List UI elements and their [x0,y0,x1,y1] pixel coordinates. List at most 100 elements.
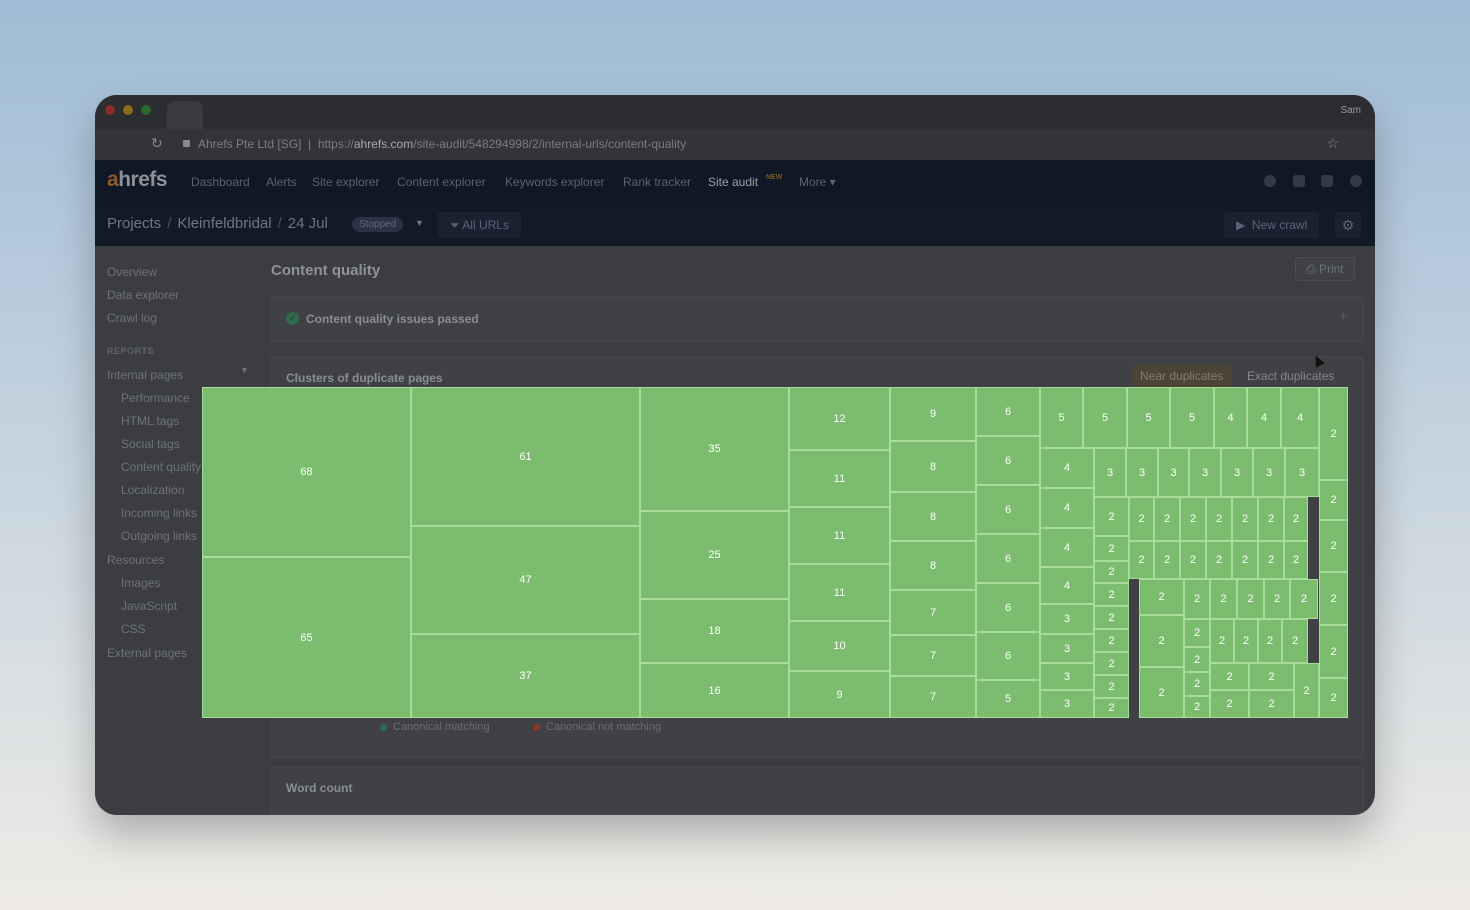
cluster-tile[interactable]: 2 [1180,541,1206,579]
cluster-tile[interactable]: 2 [1094,536,1129,561]
cluster-tile[interactable]: 8 [890,441,976,492]
nav-site-audit[interactable]: Site audit [708,175,758,189]
cluster-tile[interactable]: 6 [976,436,1040,485]
cluster-tile[interactable]: 2 [1234,619,1258,663]
sidebar-item-data-explorer[interactable]: Data explorer [107,288,179,302]
profile-name[interactable]: Sam [1340,105,1361,116]
cluster-tile[interactable]: 4 [1040,567,1094,604]
cluster-tile[interactable]: 68 [202,387,411,557]
cluster-tile[interactable]: 2 [1206,541,1232,579]
cluster-tile[interactable]: 2 [1184,579,1210,619]
cluster-tile[interactable]: 3 [1221,448,1253,497]
cluster-tile[interactable]: 5 [1083,387,1127,448]
cluster-tile[interactable]: 2 [1094,629,1129,652]
breadcrumb-projects[interactable]: Projects [107,215,161,232]
cluster-tile[interactable]: 3 [1040,690,1094,718]
chevron-down-icon[interactable]: ▼ [240,365,249,375]
near-duplicates-toggle[interactable]: Near duplicates [1132,365,1232,387]
cluster-tile[interactable]: 2 [1264,579,1290,619]
cluster-tile[interactable]: 2 [1154,541,1180,579]
sidebar-item-social-tags[interactable]: Social tags [121,437,180,451]
cluster-tile[interactable]: 3 [1040,663,1094,690]
cluster-tile[interactable]: 2 [1319,387,1348,480]
cluster-tile[interactable]: 4 [1040,528,1094,567]
cluster-tile[interactable]: 35 [640,387,789,511]
sidebar-item-css[interactable]: CSS [121,622,146,636]
cluster-tile[interactable]: 3 [1126,448,1158,497]
cluster-tile[interactable]: 2 [1258,497,1284,541]
sidebar-item-performance[interactable]: Performance [121,391,190,405]
sidebar-item-html-tags[interactable]: HTML tags [121,414,179,428]
cluster-tile[interactable]: 2 [1139,579,1184,615]
cluster-tile[interactable]: 2 [1319,572,1348,625]
cluster-tile[interactable]: 2 [1282,619,1308,663]
cluster-tile[interactable]: 6 [976,583,1040,632]
cluster-tile[interactable]: 7 [890,676,976,718]
cluster-tile[interactable]: 2 [1184,619,1210,647]
sidebar-item-overview[interactable]: Overview [107,265,157,279]
cluster-tile[interactable]: 9 [890,387,976,441]
cluster-tile[interactable]: 2 [1094,606,1129,629]
cluster-tile[interactable]: 3 [1189,448,1221,497]
cluster-tile[interactable]: 6 [976,485,1040,534]
nav-dashboard[interactable]: Dashboard [191,175,250,189]
cluster-tile[interactable]: 2 [1154,497,1180,541]
cluster-tile[interactable]: 18 [640,599,789,663]
cluster-tile[interactable]: 3 [1285,448,1319,497]
cluster-tile[interactable]: 2 [1129,541,1154,579]
cluster-tile[interactable]: 2 [1319,480,1348,520]
close-window-button[interactable] [105,105,115,115]
cluster-tile[interactable]: 3 [1158,448,1189,497]
cluster-tile[interactable]: 2 [1249,663,1294,690]
cluster-tile[interactable]: 2 [1290,579,1318,619]
cluster-tile[interactable]: 2 [1284,541,1308,579]
sidebar-item-crawl-log[interactable]: Crawl log [107,311,157,325]
cluster-tile[interactable]: 2 [1210,619,1234,663]
reload-icon[interactable]: ↻ [151,135,163,152]
cluster-tile[interactable]: 2 [1094,497,1129,536]
cluster-tile[interactable]: 2 [1094,583,1129,606]
cluster-tile[interactable]: 2 [1232,541,1258,579]
sidebar-item-content-quality[interactable]: Content quality [121,460,201,474]
cluster-tile[interactable]: 2 [1232,497,1258,541]
cluster-tile[interactable]: 3 [1040,604,1094,634]
new-crawl-button[interactable]: ▶ New crawl [1224,212,1320,238]
cluster-tile[interactable]: 2 [1237,579,1264,619]
cluster-tile[interactable]: 2 [1258,619,1282,663]
cluster-tile[interactable]: 5 [976,680,1040,718]
cluster-tile[interactable]: 2 [1249,690,1294,718]
ahrefs-logo[interactable]: ahrefs [107,168,168,192]
cluster-tile[interactable]: 2 [1180,497,1206,541]
exact-duplicates-toggle[interactable]: Exact duplicates [1239,365,1342,387]
cluster-tile[interactable]: 10 [789,621,890,671]
cluster-tile[interactable]: 11 [789,507,890,564]
notifications-icon[interactable] [1321,175,1333,187]
sidebar-item-external-pages[interactable]: External pages [107,646,187,660]
breadcrumb-project[interactable]: Kleinfeldbridal [177,215,271,232]
help-icon[interactable] [1264,175,1276,187]
cluster-tile[interactable]: 5 [1040,387,1083,448]
breadcrumb-date[interactable]: 24 Jul [288,215,328,232]
all-urls-filter-button[interactable]: ⏷ All URLs [438,212,521,238]
cluster-tile[interactable]: 5 [1170,387,1214,448]
cluster-tile[interactable]: 6 [976,632,1040,680]
cluster-tile[interactable]: 2 [1258,541,1284,579]
cluster-tile[interactable]: 9 [789,671,890,718]
cluster-tile[interactable]: 6 [976,387,1040,436]
cluster-tile[interactable]: 2 [1206,497,1232,541]
chevron-down-icon[interactable]: ▼ [415,218,424,228]
bookmark-star-icon[interactable]: ☆ [1326,135,1339,152]
cluster-tile[interactable]: 3 [1094,448,1126,497]
cluster-tile[interactable]: 3 [1253,448,1285,497]
nav-site-explorer[interactable]: Site explorer [312,175,379,189]
cluster-tile[interactable]: 2 [1319,520,1348,572]
cluster-tile[interactable]: 7 [890,635,976,676]
cluster-tile[interactable]: 2 [1184,647,1210,672]
cluster-tile[interactable]: 2 [1210,663,1249,690]
cluster-tile[interactable]: 2 [1139,667,1184,718]
minimize-window-button[interactable] [123,105,133,115]
cluster-tile[interactable]: 4 [1247,387,1281,448]
cluster-tile[interactable]: 2 [1184,672,1210,696]
cluster-tile[interactable]: 6 [976,534,1040,583]
cluster-tile[interactable]: 2 [1094,675,1129,698]
